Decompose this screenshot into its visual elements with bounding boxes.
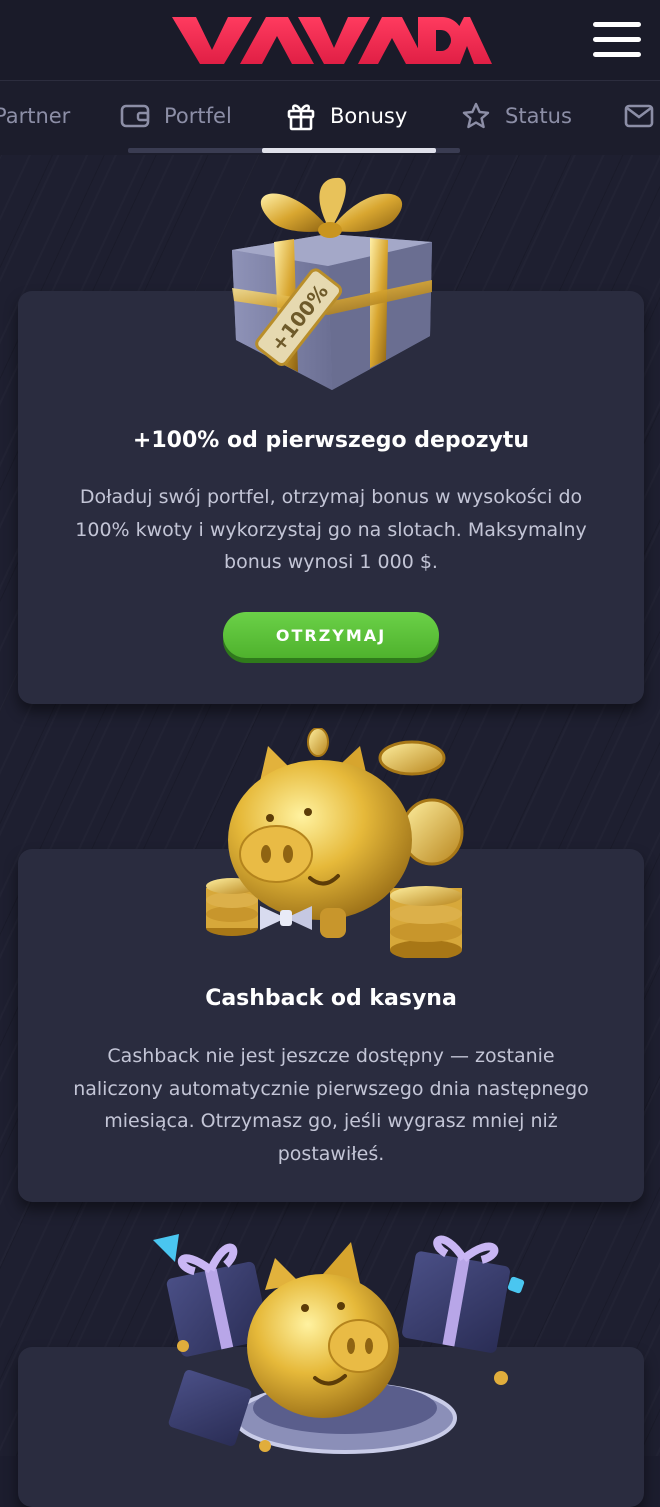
vavada-logo[interactable] [170,12,492,68]
active-tab-indicator [262,148,436,153]
account-tabs: Partner Portfel Bonusy Status [0,81,660,155]
piggy-bank-with-gifts-illustration [153,1234,525,1454]
hamburger-line [593,52,641,57]
otrzymaj-button[interactable]: OTRZYMAJ [223,612,439,658]
hamburger-line [593,37,641,42]
wallet-icon [120,104,150,128]
mail-icon [624,104,654,128]
tab-label: Status [505,104,572,128]
card-title: Cashback od kasyna [205,986,457,1011]
tab-label: Partner [0,104,71,128]
tab-messages[interactable] [624,81,654,151]
card-description: Doładuj swój portfel, otrzymaj bonus w w… [48,481,614,579]
description-line: Cashback nie jest jeszcze dostępny — zos… [107,1045,555,1067]
description-line: 100% kwoty i wykorzystaj go na slotach. … [75,518,587,541]
description-line: bonus wynosi 1 000 $. [224,551,438,573]
gift-icon [287,104,315,131]
tab-partner[interactable]: Partner [0,81,70,151]
description-line: miesiąca. Otrzymasz go, jeśli wygrasz mn… [104,1110,558,1132]
tab-status[interactable]: Status [461,81,572,151]
top-header [0,0,660,81]
tab-bonusy[interactable]: Bonusy [286,81,407,151]
gift-box-100-illustration: +100% [232,177,432,390]
tab-label: Portfel [164,104,232,128]
card-description: Cashback nie jest jeszcze dostępny — zos… [48,1040,614,1170]
menu-button[interactable] [593,20,641,60]
description-line: postawiłeś. [277,1142,385,1165]
description-line: Doładuj swój portfel, otrzymaj bonus w w… [79,486,583,508]
tab-portfel[interactable]: Portfel [120,81,232,151]
golden-piggy-bank-illustration [206,728,464,958]
card-title: +100% od pierwszego depozytu [132,428,530,453]
description-line: naliczony automatycznie pierwszego dnia … [73,1077,589,1100]
tab-label: Bonusy [330,104,408,128]
hamburger-menu-icon [593,22,641,27]
star-icon [462,102,490,129]
